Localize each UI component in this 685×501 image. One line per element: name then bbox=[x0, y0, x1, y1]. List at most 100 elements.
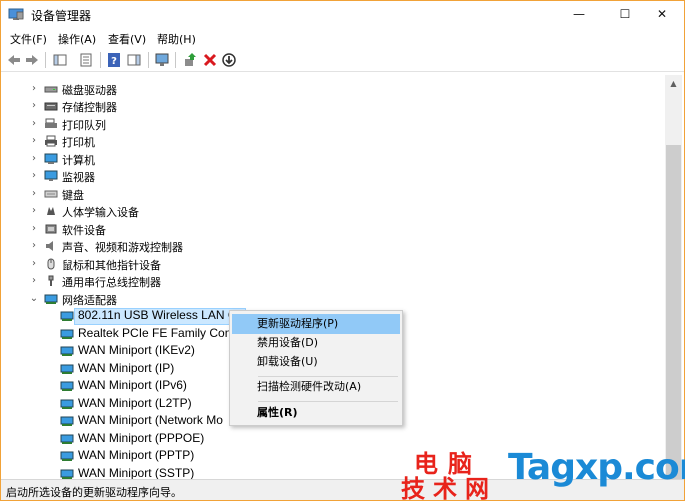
menu-item-scan-hardware[interactable]: 扫描检测硬件改动(A) bbox=[232, 377, 400, 397]
tree-category-software-devices[interactable]: › 软件设备 bbox=[1, 221, 665, 238]
tree-device-row[interactable]: WAN Miniport (PPPOE) bbox=[1, 431, 665, 448]
tree-category-hid[interactable]: › 人体学输入设备 bbox=[1, 203, 665, 220]
tree-category-usb-controllers[interactable]: › 通用串行总线控制器 bbox=[1, 273, 665, 290]
toolbar-separator bbox=[148, 52, 149, 68]
tree-category-mice[interactable]: › 鼠标和其他指针设备 bbox=[1, 256, 665, 273]
properties-icon[interactable] bbox=[77, 51, 95, 69]
expand-arrow-icon[interactable]: › bbox=[28, 274, 40, 288]
device-label: Realtek PCIe FE Family Contro bbox=[78, 326, 246, 340]
menu-file[interactable]: 文件(F) bbox=[10, 31, 47, 47]
expand-arrow-icon[interactable]: › bbox=[28, 187, 40, 201]
monitor-icon bbox=[44, 170, 58, 181]
network-card-icon bbox=[60, 346, 74, 356]
tree-category-computer[interactable]: › 计算机 bbox=[1, 151, 665, 168]
menu-item-disable-device[interactable]: 禁用设备(D) bbox=[232, 333, 400, 353]
device-label: WAN Miniport (PPTP) bbox=[78, 448, 195, 462]
expand-arrow-icon[interactable]: › bbox=[28, 239, 40, 253]
tree-category-print-queues[interactable]: › 打印队列 bbox=[1, 116, 665, 133]
tree-category-disk-drives[interactable]: › 磁盘驱动器 bbox=[1, 81, 665, 98]
device-label: WAN Miniport (IPv6) bbox=[78, 378, 187, 392]
category-label: 声音、视频和游戏控制器 bbox=[62, 241, 183, 254]
menu-item-properties[interactable]: 属性(R) bbox=[232, 403, 400, 423]
uninstall-icon[interactable] bbox=[201, 51, 219, 69]
tree-category-keyboards[interactable]: › 键盘 bbox=[1, 186, 665, 203]
scroll-up-arrow-icon[interactable]: ▲ bbox=[665, 75, 682, 92]
tree-category-sound-video-game[interactable]: › 声音、视频和游戏控制器 bbox=[1, 238, 665, 255]
menu-bar: 文件(F) 操作(A) 查看(V) 帮助(H) bbox=[1, 29, 684, 48]
expand-arrow-icon[interactable]: › bbox=[28, 222, 40, 236]
network-card-icon bbox=[60, 399, 74, 409]
print-queue-icon bbox=[45, 118, 57, 128]
sound-icon bbox=[46, 241, 53, 251]
minimize-button[interactable]: — bbox=[556, 1, 602, 28]
expand-arrow-icon[interactable]: › bbox=[28, 257, 40, 271]
forward-icon[interactable] bbox=[23, 51, 41, 69]
network-card-icon bbox=[60, 381, 74, 391]
device-label: WAN Miniport (Network Mo bbox=[78, 413, 223, 427]
collapse-arrow-icon[interactable]: ⌄ bbox=[28, 292, 40, 306]
category-label: 磁盘驱动器 bbox=[62, 84, 117, 97]
computer-icon bbox=[44, 153, 58, 164]
expand-arrow-icon[interactable]: › bbox=[28, 82, 40, 96]
category-label: 通用串行总线控制器 bbox=[62, 276, 161, 289]
category-label: 鼠标和其他指针设备 bbox=[62, 259, 161, 272]
show-hide-console-tree-icon[interactable] bbox=[51, 51, 69, 69]
device-label: WAN Miniport (IKEv2) bbox=[78, 343, 195, 357]
window-title: 设备管理器 bbox=[31, 9, 92, 23]
category-label: 键盘 bbox=[62, 189, 84, 202]
menu-action[interactable]: 操作(A) bbox=[58, 31, 96, 47]
tree-category-printers[interactable]: › 打印机 bbox=[1, 133, 665, 150]
device-label: WAN Miniport (IP) bbox=[78, 361, 175, 375]
category-label: 打印机 bbox=[62, 136, 95, 149]
storage-icon bbox=[44, 102, 58, 111]
context-menu: 更新驱动程序(P) 禁用设备(D) 卸载设备(U) 扫描检测硬件改动(A) 属性… bbox=[229, 310, 403, 426]
toolbar: ? bbox=[1, 48, 684, 72]
expand-arrow-icon[interactable]: › bbox=[28, 204, 40, 218]
category-label: 人体学输入设备 bbox=[62, 206, 139, 219]
device-label: WAN Miniport (PPPOE) bbox=[78, 431, 205, 445]
disk-icon bbox=[44, 86, 58, 93]
hid-icon bbox=[47, 207, 55, 215]
menu-view[interactable]: 查看(V) bbox=[108, 31, 146, 47]
printer-icon bbox=[45, 135, 57, 147]
category-label: 存储控制器 bbox=[62, 101, 117, 114]
tree-category-monitors[interactable]: › 监视器 bbox=[1, 168, 665, 185]
expand-arrow-icon[interactable]: › bbox=[28, 152, 40, 166]
mouse-icon bbox=[47, 258, 55, 270]
category-label: 计算机 bbox=[62, 154, 95, 167]
device-manager-icon bbox=[8, 8, 24, 20]
expand-arrow-icon[interactable]: › bbox=[28, 134, 40, 148]
tree-category-network-adapters[interactable]: ⌄ 网络适配器 bbox=[1, 291, 665, 308]
expand-arrow-icon[interactable]: › bbox=[28, 117, 40, 131]
toolbar-separator bbox=[175, 52, 176, 68]
action-pane-icon[interactable] bbox=[125, 51, 143, 69]
usb-icon bbox=[48, 275, 54, 286]
category-label: 网络适配器 bbox=[62, 294, 117, 307]
update-driver-icon[interactable] bbox=[181, 51, 199, 69]
back-icon[interactable] bbox=[5, 51, 23, 69]
watermark-site: Tagxp.com bbox=[508, 447, 685, 488]
network-card-icon bbox=[60, 434, 74, 444]
vertical-scrollbar[interactable]: ▲ bbox=[665, 75, 682, 485]
help-icon[interactable]: ? bbox=[105, 51, 123, 69]
menu-help[interactable]: 帮助(H) bbox=[157, 31, 196, 47]
tree-category-storage-controllers[interactable]: › 存储控制器 bbox=[1, 98, 665, 115]
expand-arrow-icon[interactable]: › bbox=[28, 99, 40, 113]
status-text: 启动所选设备的更新驱动程序向导。 bbox=[6, 486, 182, 499]
title-bar[interactable]: 设备管理器 — ☐ ✕ bbox=[1, 1, 684, 28]
scan-hardware-icon[interactable] bbox=[153, 51, 171, 69]
disable-device-icon[interactable] bbox=[220, 51, 238, 69]
scrollbar-thumb[interactable] bbox=[666, 145, 681, 485]
expand-arrow-icon[interactable]: › bbox=[28, 169, 40, 183]
network-card-icon bbox=[60, 311, 74, 321]
network-card-icon bbox=[60, 416, 74, 426]
category-label: 监视器 bbox=[62, 171, 95, 184]
menu-item-uninstall-device[interactable]: 卸载设备(U) bbox=[232, 352, 400, 372]
network-adapter-icon bbox=[44, 294, 58, 304]
close-button[interactable]: ✕ bbox=[639, 1, 685, 28]
menu-separator bbox=[258, 401, 398, 402]
svg-text:?: ? bbox=[111, 56, 117, 67]
device-manager-window: 设备管理器 — ☐ ✕ 文件(F) 操作(A) 查看(V) 帮助(H) ? › … bbox=[0, 0, 685, 501]
menu-item-update-driver[interactable]: 更新驱动程序(P) bbox=[232, 314, 400, 334]
network-card-icon bbox=[60, 451, 74, 461]
